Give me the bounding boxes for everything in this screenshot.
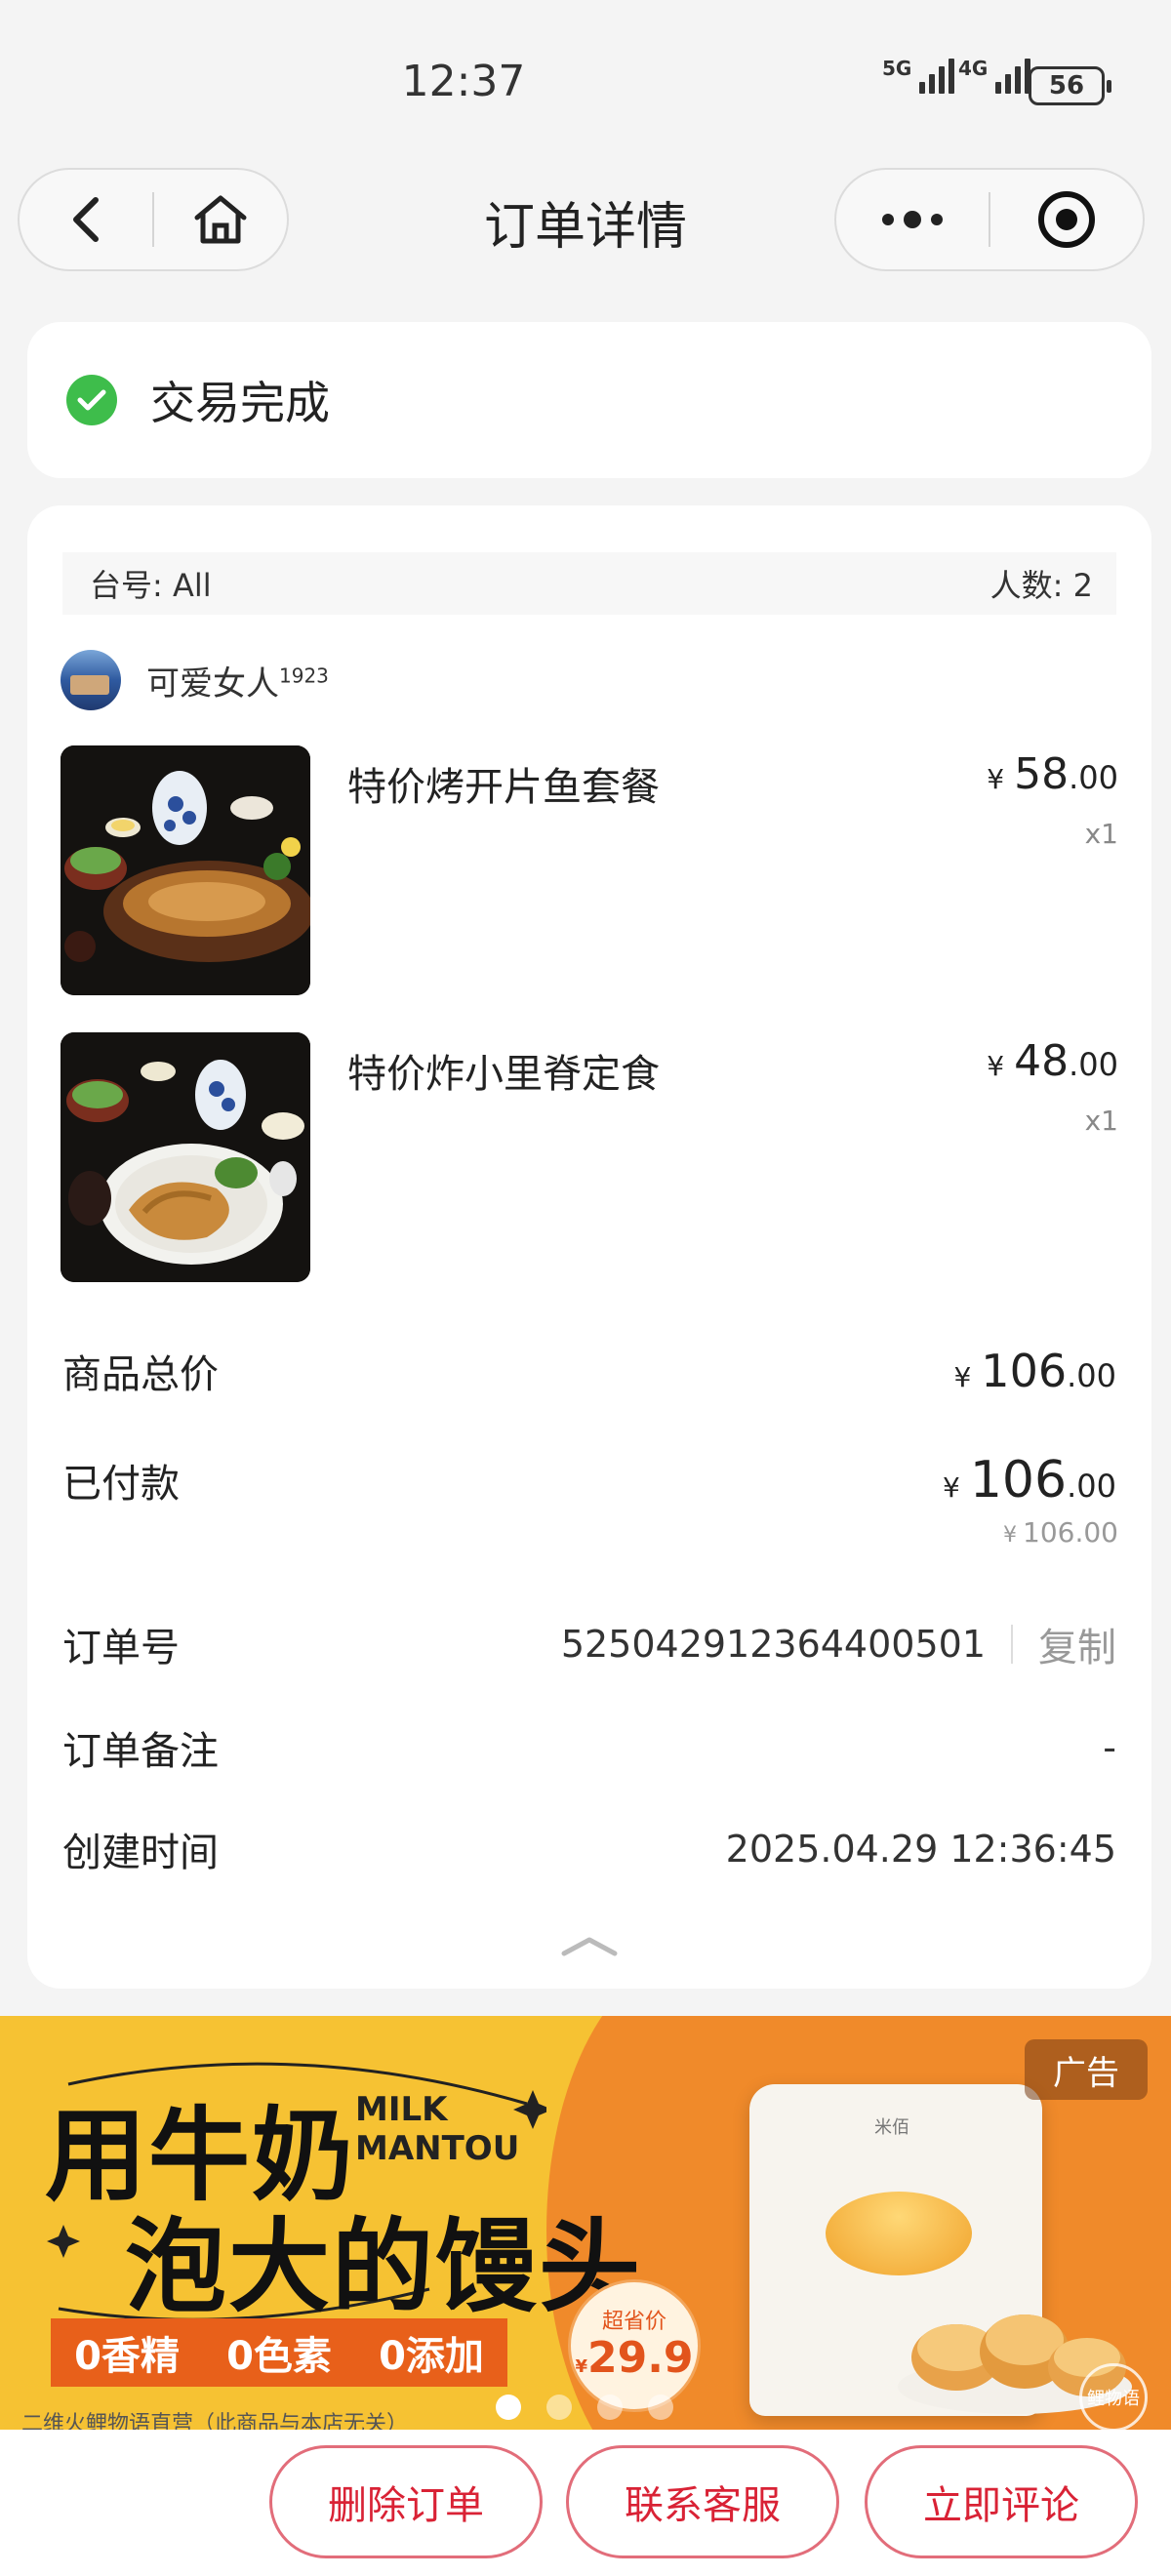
review-button[interactable]: 立即评论 <box>865 2445 1138 2558</box>
item-quantity: x1 <box>1084 1105 1118 1137</box>
carousel-dot[interactable] <box>546 2395 572 2420</box>
more-icon <box>882 211 943 228</box>
order-number-value: 525042912364400501 <box>560 1623 986 1666</box>
carousel-indicator <box>496 2395 673 2420</box>
item-name: 特价炸小里脊定食 <box>347 1052 660 1097</box>
close-miniprogram-button[interactable] <box>990 170 1143 269</box>
paid-breakdown: ¥106.00 <box>1003 1516 1118 1549</box>
chevron-up-icon <box>561 1937 618 1956</box>
ad-fine-print: 二维火鲤物语直营（此商品与本店无关） <box>21 2412 409 2430</box>
table-info: 台号: All 人数: 2 <box>62 552 1116 615</box>
carousel-dot[interactable] <box>496 2395 521 2420</box>
contact-service-button[interactable]: 联系客服 <box>566 2445 839 2558</box>
order-note-label: 订单备注 <box>62 1729 219 1774</box>
more-button[interactable] <box>836 170 989 269</box>
nav-left-capsule <box>18 168 289 271</box>
ad-price-badge: 超省价 ¥29.9 <box>568 2279 701 2412</box>
divider <box>1011 1625 1013 1664</box>
paid-label: 已付款 <box>62 1462 180 1507</box>
ad-english-title: MILK MANTOU <box>355 2090 520 2168</box>
brand-watermark: 鲤物语 <box>1079 2363 1148 2430</box>
total-price-label: 商品总价 <box>62 1352 219 1397</box>
created-time-label: 创建时间 <box>62 1831 219 1875</box>
created-time-value: 2025.04.29 12:36:45 <box>725 1828 1116 1871</box>
order-item[interactable]: 特价烤开片鱼套餐 ¥58.00 x1 <box>61 745 1118 995</box>
order-note-value: - <box>1103 1726 1116 1769</box>
item-quantity: x1 <box>1084 818 1118 850</box>
user-info: 可爱女人1923 <box>61 650 329 710</box>
ad-label-badge: 广告 <box>1025 2039 1148 2100</box>
battery-icon: 56 <box>1029 66 1111 105</box>
home-button[interactable] <box>154 170 287 269</box>
food-image-grilled-fish <box>61 745 310 995</box>
ad-headline: 泡大的馒头 <box>125 2207 643 2326</box>
order-status-text: 交易完成 <box>150 377 330 429</box>
people-count: 人数: 2 <box>989 567 1093 604</box>
order-note-row: 订单备注 - <box>62 1713 1116 1782</box>
carousel-dot[interactable] <box>597 2395 623 2420</box>
bottom-action-bar: 删除订单 联系客服 立即评论 <box>0 2430 1171 2576</box>
paid-value: ¥106.00 <box>943 1451 1116 1509</box>
back-icon <box>73 197 99 242</box>
created-time-row: 创建时间 2025.04.29 12:36:45 <box>62 1815 1116 1883</box>
table-number: 台号: All <box>90 567 212 604</box>
user-name: 可爱女人1923 <box>146 664 329 704</box>
paid-row: 已付款 ¥106.00 <box>62 1446 1116 1514</box>
copy-button[interactable]: 复制 <box>1038 1616 1116 1672</box>
record-icon <box>1038 191 1095 248</box>
order-item[interactable]: 特价炸小里脊定食 ¥48.00 x1 <box>61 1032 1118 1282</box>
collapse-button[interactable] <box>558 1930 621 1963</box>
order-number-row: 订单号 525042912364400501 复制 <box>62 1610 1116 1678</box>
ad-tags: 0香精 0色素 0添加 <box>51 2318 507 2387</box>
status-bar: 12:37 5G 4G 56 <box>0 0 1171 156</box>
carousel-dot[interactable] <box>648 2395 673 2420</box>
order-detail-card: 台号: All 人数: 2 可爱女人1923 特价烤开片鱼套餐 ¥ 58.00 … <box>27 505 1151 1989</box>
item-name: 特价烤开片鱼套餐 <box>347 765 660 810</box>
check-circle-icon <box>66 375 117 425</box>
order-status-card: 交易完成 <box>27 322 1151 478</box>
clock: 12:37 <box>401 57 526 106</box>
signal-5g-icon: 5G <box>882 59 955 94</box>
item-price: ¥58.00 <box>987 749 1118 799</box>
page-title: 订单详情 <box>483 198 687 257</box>
signal-4g-icon: 4G <box>958 59 1031 94</box>
back-button[interactable] <box>20 170 152 269</box>
nav-right-capsule <box>834 168 1145 271</box>
avatar <box>61 650 121 710</box>
total-price-value: ¥106.00 <box>953 1345 1116 1397</box>
total-price-row: 商品总价 ¥106.00 <box>62 1337 1116 1405</box>
food-image-fried-pork <box>61 1032 310 1282</box>
delete-order-button[interactable]: 删除订单 <box>269 2445 543 2558</box>
item-price: ¥48.00 <box>987 1036 1118 1086</box>
ad-banner[interactable]: 用牛奶 MILK MANTOU 泡大的馒头 0香精 0色素 0添加 二维火鲤物语直营（… <box>0 2016 1171 2430</box>
order-number-label: 订单号 <box>62 1626 180 1670</box>
home-icon <box>194 195 247 244</box>
